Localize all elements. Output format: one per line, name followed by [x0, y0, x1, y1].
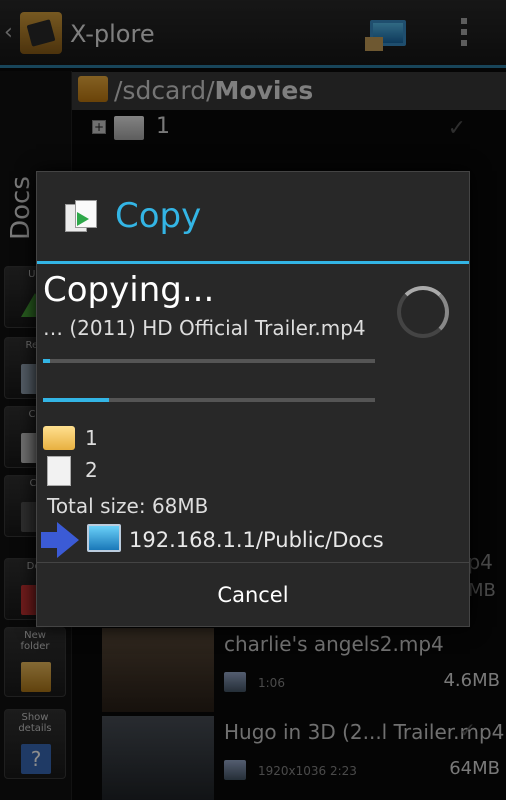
destination-path: 192.168.1.1/Public/Docs	[129, 528, 384, 552]
copy-icon	[65, 200, 97, 234]
progress-spinner	[397, 286, 449, 338]
file-icon	[47, 456, 71, 486]
dialog-title: Copy	[115, 196, 202, 236]
folder-count: 1	[85, 426, 98, 450]
file-progress-bar	[43, 359, 375, 363]
dialog-header: Copy	[37, 172, 469, 262]
copy-dialog: Copy Copying... … (2011) HD Official Tra…	[36, 171, 470, 627]
destination-arrow-icon	[41, 522, 79, 558]
network-monitor-icon	[87, 524, 121, 552]
dialog-divider	[37, 261, 469, 264]
copy-status: Copying...	[43, 270, 215, 310]
screen: ‹ X-plore Docs Up Ren Co Cr Del New fold…	[0, 0, 506, 800]
total-size: Total size: 68MB	[47, 494, 209, 518]
folder-icon	[43, 426, 75, 450]
file-progress-fill	[43, 359, 50, 363]
total-progress-fill	[43, 398, 110, 402]
current-file-name: … (2011) HD Official Trailer.mp4	[43, 316, 366, 340]
total-progress-bar	[43, 398, 375, 402]
cancel-button[interactable]: Cancel	[37, 563, 469, 627]
file-count: 2	[85, 458, 98, 482]
